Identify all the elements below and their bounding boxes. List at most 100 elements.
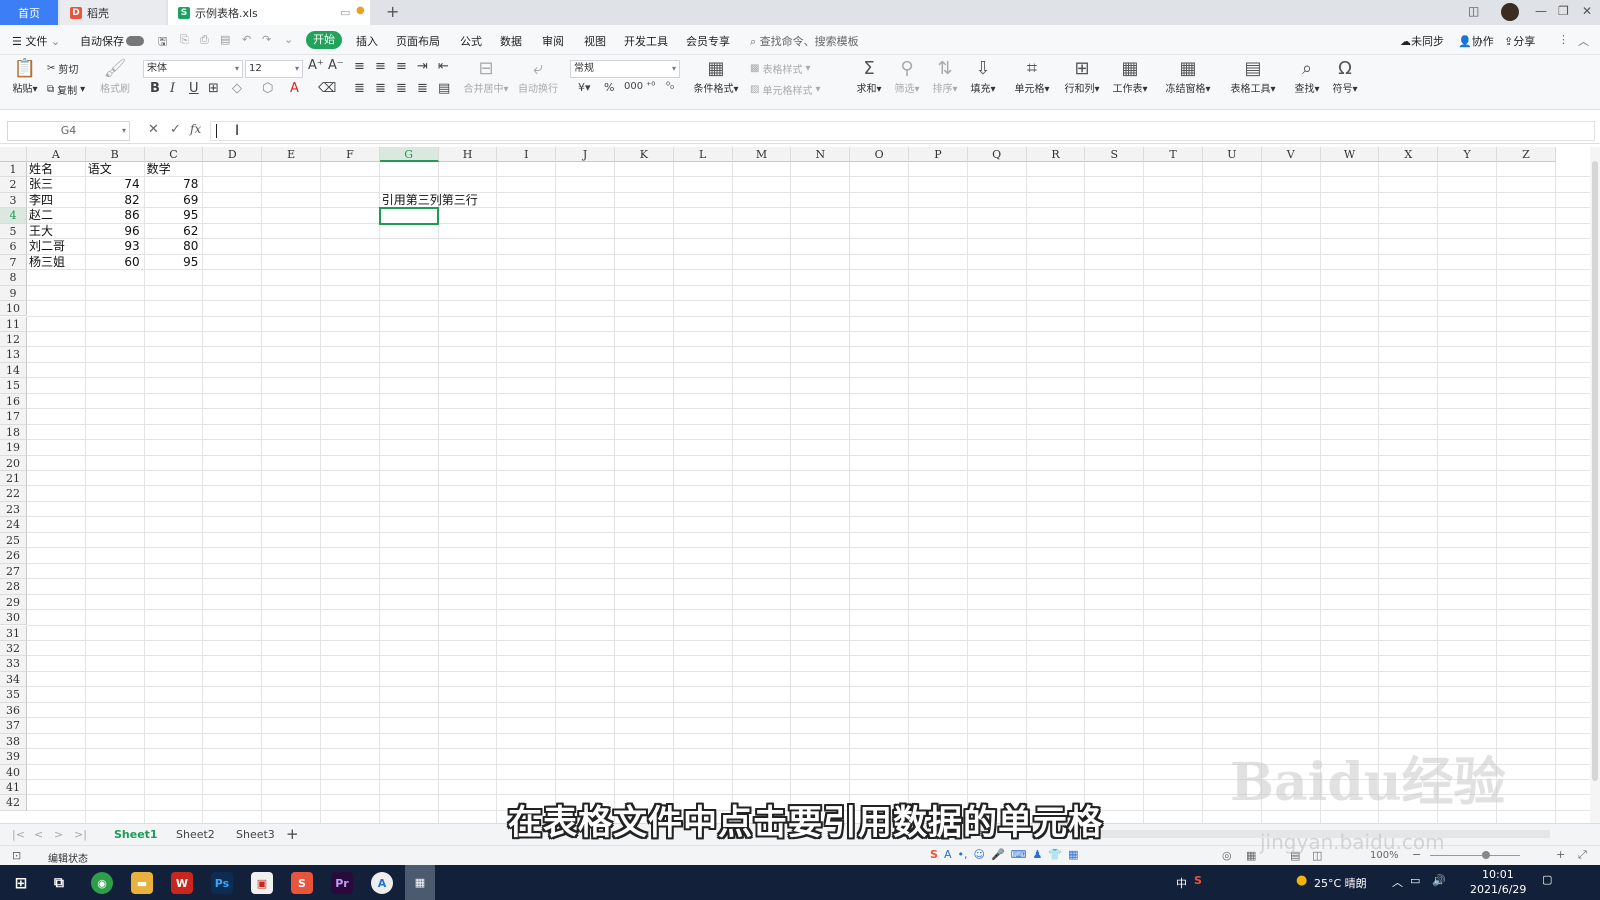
doc-app-icon[interactable]: ▣ — [251, 872, 273, 894]
distribute-icon[interactable]: ▤ — [438, 81, 450, 96]
cell-b7[interactable]: 60 — [86, 255, 144, 270]
cell-fill-icon[interactable]: ◇ — [232, 81, 242, 96]
column-header-o[interactable]: O — [850, 147, 909, 162]
cell-style-button[interactable]: ▨ 单元格样式 ▾ — [750, 82, 820, 97]
menu-start[interactable]: 开始 — [306, 31, 342, 49]
cell-a6[interactable]: 刘二哥 — [29, 239, 87, 254]
row-header-37[interactable]: 37 — [0, 718, 27, 734]
row-header-7[interactable]: 7 — [0, 254, 27, 271]
scrollbar-thumb[interactable] — [1592, 161, 1598, 781]
save-icon[interactable]: 🖫 — [158, 33, 167, 52]
font-select[interactable]: 宋体 ▾ — [143, 60, 243, 78]
volume-icon[interactable]: 🔊 — [1432, 874, 1446, 887]
view-normal-icon[interactable]: ▦ — [1246, 849, 1256, 862]
thousands-icon[interactable]: 000 — [624, 81, 643, 92]
row-header-36[interactable]: 36 — [0, 702, 27, 719]
minimize-icon[interactable]: — — [1535, 4, 1547, 18]
format-painter-button[interactable]: 🖌 格式刷 — [97, 58, 133, 95]
network-icon[interactable]: ▭ — [1410, 874, 1420, 887]
column-header-k[interactable]: K — [615, 147, 674, 162]
column-header-c[interactable]: C — [144, 147, 204, 162]
macro-icon[interactable]: ⊡ — [12, 849, 21, 862]
spreadsheet-grid[interactable]: ABCDEFGHIJKLMNOPQRSTUVWXYZ 1 2 3 4 5 6 7 8 9 10 11… — [0, 147, 1590, 823]
align-right-icon[interactable]: ≣ — [396, 81, 407, 96]
rowcol-button[interactable]: ⊞ 行和列▾ — [1060, 58, 1104, 95]
column-header-a[interactable]: A — [27, 147, 86, 162]
column-header-s[interactable]: S — [1085, 147, 1145, 162]
cell-g3[interactable]: 引用第三列第三行 — [382, 193, 478, 208]
bold-icon[interactable]: B — [150, 81, 160, 96]
row-header-34[interactable]: 34 — [0, 671, 27, 688]
align-left-icon[interactable]: ≣ — [354, 81, 365, 96]
next-sheet-icon[interactable]: > — [54, 828, 63, 841]
row-header-30[interactable]: 30 — [0, 610, 27, 626]
wrap-text-button[interactable]: ⤶ 自动换行 — [516, 58, 560, 95]
increase-decimal-icon[interactable]: ⁺⁰ — [646, 81, 655, 92]
table-style-button[interactable]: ▩ 表格样式 ▾ — [750, 61, 810, 76]
row-header-21[interactable]: 21 — [0, 471, 27, 487]
cell-a3[interactable]: 李四 — [29, 193, 87, 208]
wps-spreadsheet-icon[interactable]: S — [291, 872, 313, 894]
number-format-select[interactable]: 常规 ▾ — [570, 60, 680, 78]
currency-icon[interactable]: ¥▾ — [578, 81, 591, 94]
select-all-corner[interactable] — [0, 147, 27, 162]
zoom-slider[interactable] — [1430, 855, 1520, 856]
cell-b2[interactable]: 74 — [86, 177, 144, 192]
column-header-w[interactable]: W — [1320, 147, 1380, 162]
cell-a1[interactable]: 姓名 — [29, 162, 87, 177]
row-header-16[interactable]: 16 — [0, 393, 27, 410]
clock-date[interactable]: 2021/6/29 — [1470, 883, 1526, 896]
cell-a5[interactable]: 王大 — [29, 224, 87, 239]
ime-toolbar[interactable]: S A •, ☺ 🎤 ⌨ ♟ 👕 ▦ — [930, 848, 1079, 861]
cell-c7[interactable]: 95 — [145, 255, 203, 270]
sheet-tab-1[interactable]: Sheet1 — [114, 828, 158, 841]
align-top-icon[interactable]: ≡ — [354, 59, 365, 74]
column-header-b[interactable]: B — [85, 147, 145, 162]
photoshop-icon[interactable]: Ps — [211, 872, 233, 894]
copy-button[interactable]: ⧉ 复制 ▾ — [47, 82, 85, 97]
cell-b6[interactable]: 93 — [86, 239, 144, 254]
row-header-26[interactable]: 26 — [0, 548, 27, 564]
column-header-l[interactable]: L — [673, 147, 733, 162]
zoom-in-icon[interactable]: + — [1556, 848, 1565, 861]
eraser-icon[interactable]: ⌫ — [318, 81, 336, 96]
preview-icon[interactable]: ▤ — [220, 33, 230, 46]
outdent-icon[interactable]: ⇤ — [438, 59, 449, 74]
active-app-icon[interactable]: ▦ — [405, 865, 435, 900]
tab-daoke[interactable]: D 稻壳 — [60, 0, 166, 25]
row-header-12[interactable]: 12 — [0, 331, 27, 348]
row-header-23[interactable]: 23 — [0, 501, 27, 518]
row-header-29[interactable]: 29 — [0, 594, 27, 611]
row-header-33[interactable]: 33 — [0, 656, 27, 672]
selected-cell-g4[interactable] — [378, 207, 439, 225]
symbol-button[interactable]: Ω 符号▾ — [1328, 58, 1362, 95]
cell-a2[interactable]: 张三 — [29, 177, 87, 192]
cell-a7[interactable]: 杨三姐 — [29, 255, 87, 270]
row-header-11[interactable]: 11 — [0, 316, 27, 332]
cell-b4[interactable]: 86 — [86, 208, 144, 223]
last-sheet-icon[interactable]: >| — [74, 828, 87, 841]
column-header-q[interactable]: Q — [967, 147, 1027, 162]
column-header-j[interactable]: J — [556, 147, 615, 162]
column-header-f[interactable]: F — [321, 147, 380, 162]
more-icon[interactable]: ⋮ — [1558, 33, 1569, 46]
menu-insert[interactable]: 插入 — [356, 33, 378, 49]
menu-layout[interactable]: 页面布局 — [396, 33, 440, 49]
fx-button[interactable]: fx — [190, 122, 201, 136]
align-bottom-icon[interactable]: ≡ — [396, 59, 407, 74]
row-header-10[interactable]: 10 — [0, 301, 27, 317]
column-header-e[interactable]: E — [262, 147, 321, 162]
justify-icon[interactable]: ≣ — [417, 81, 428, 96]
indent-icon[interactable]: ⇥ — [417, 59, 428, 74]
vertical-scrollbar[interactable] — [1590, 147, 1600, 823]
increase-font-icon[interactable]: A⁺ — [308, 58, 324, 73]
row-header-15[interactable]: 15 — [0, 378, 27, 394]
new-tab-icon[interactable]: + — [386, 2, 399, 21]
row-header-28[interactable]: 28 — [0, 579, 27, 595]
cell-c1[interactable]: 数学 — [147, 162, 205, 177]
fill-button[interactable]: ⇩ 填充▾ — [966, 58, 1000, 95]
row-header-2[interactable]: 2 — [0, 177, 27, 193]
row-header-9[interactable]: 9 — [0, 285, 27, 302]
row-header-5[interactable]: 5 — [0, 223, 27, 240]
row-header-13[interactable]: 13 — [0, 347, 27, 363]
